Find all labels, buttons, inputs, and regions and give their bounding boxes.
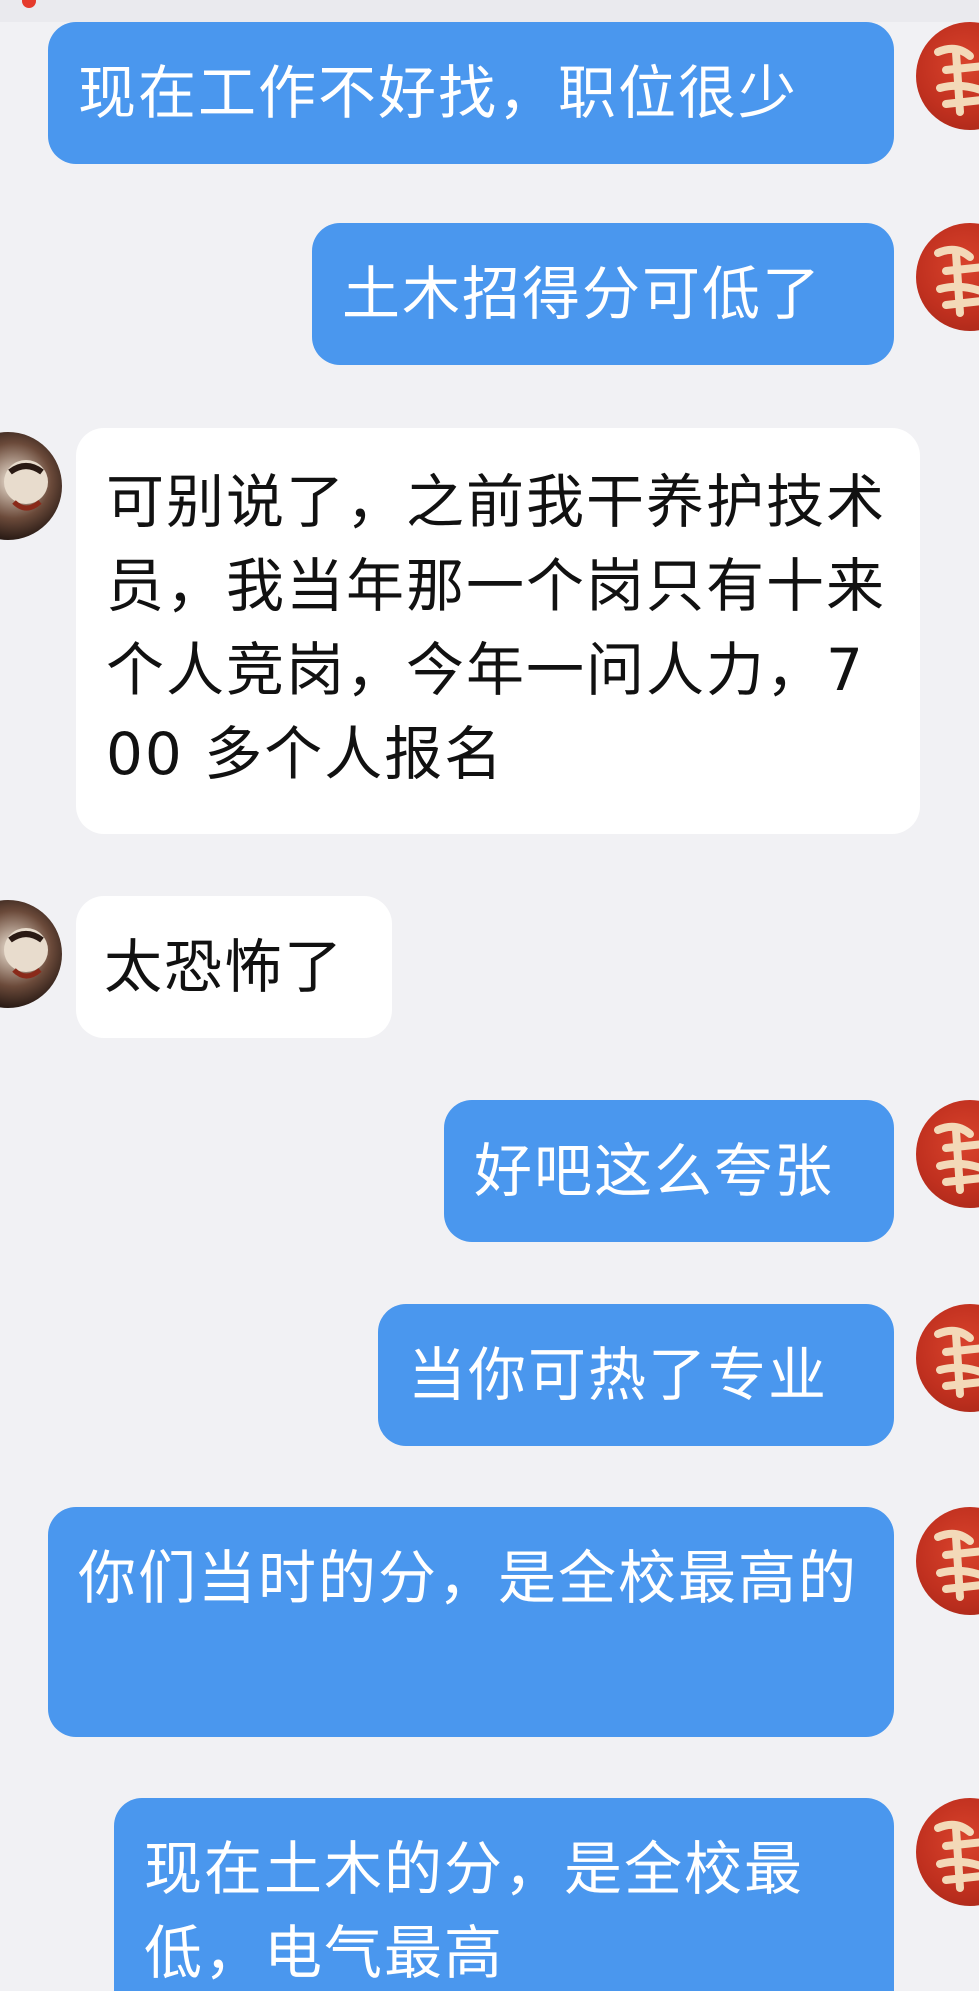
avatar[interactable] (916, 1304, 979, 1412)
avatar[interactable] (916, 22, 979, 130)
message-text: 好吧这么夸张 (474, 1137, 835, 1205)
portrait-avatar-icon (4, 928, 48, 979)
message-text: 可别说了，之前我干养护技术员，我当年那一个岗只有十来个人竞岗，今年一问人力，70… (106, 468, 887, 788)
red-calligraphy-avatar-icon (934, 1122, 979, 1194)
avatar[interactable] (0, 900, 62, 1008)
red-calligraphy-avatar-icon (934, 1529, 979, 1601)
message-bubble-incoming[interactable]: 可别说了，之前我干养护技术员，我当年那一个岗只有十来个人竞岗，今年一问人力，70… (76, 428, 920, 834)
red-calligraphy-avatar-icon (934, 245, 979, 317)
portrait-avatar-icon (4, 460, 48, 511)
message-bubble-outgoing[interactable]: 当你可热了专业 (378, 1304, 894, 1446)
message-bubble-outgoing[interactable]: 现在土木的分，是全校最低，电气最高 (114, 1798, 894, 1991)
message-bubble-outgoing[interactable]: 现在工作不好找，职位很少 (48, 22, 894, 164)
avatar[interactable] (916, 223, 979, 331)
message-text: 你们当时的分，是全校最高的 (78, 1544, 859, 1612)
message-text: 土木招得分可低了 (342, 260, 823, 328)
avatar[interactable] (916, 1798, 979, 1906)
avatar[interactable] (0, 432, 62, 540)
message-bubble-outgoing[interactable]: 好吧这么夸张 (444, 1100, 894, 1242)
message-text: 现在土木的分，是全校最低，电气最高 (144, 1835, 805, 1987)
message-bubble-outgoing[interactable]: 你们当时的分，是全校最高的 (48, 1507, 894, 1737)
message-bubble-outgoing[interactable]: 土木招得分可低了 (312, 223, 894, 365)
message-text: 太恐怖了 (104, 933, 345, 1001)
red-calligraphy-avatar-icon (934, 1820, 979, 1892)
avatar[interactable] (916, 1100, 979, 1208)
message-text: 当你可热了专业 (408, 1341, 829, 1409)
message-bubble-incoming[interactable]: 太恐怖了 (76, 896, 392, 1038)
red-calligraphy-avatar-icon (934, 44, 979, 116)
chat-message-list[interactable]: 现在工作不好找，职位很少 土木招得分可低了 可别说了，之前我干养护技术员，我当年… (0, 0, 979, 1991)
status-bar-remnant (0, 0, 979, 22)
notification-dot-icon (22, 0, 36, 8)
avatar[interactable] (916, 1507, 979, 1615)
message-text: 现在工作不好找，职位很少 (78, 59, 799, 127)
red-calligraphy-avatar-icon (934, 1326, 979, 1398)
